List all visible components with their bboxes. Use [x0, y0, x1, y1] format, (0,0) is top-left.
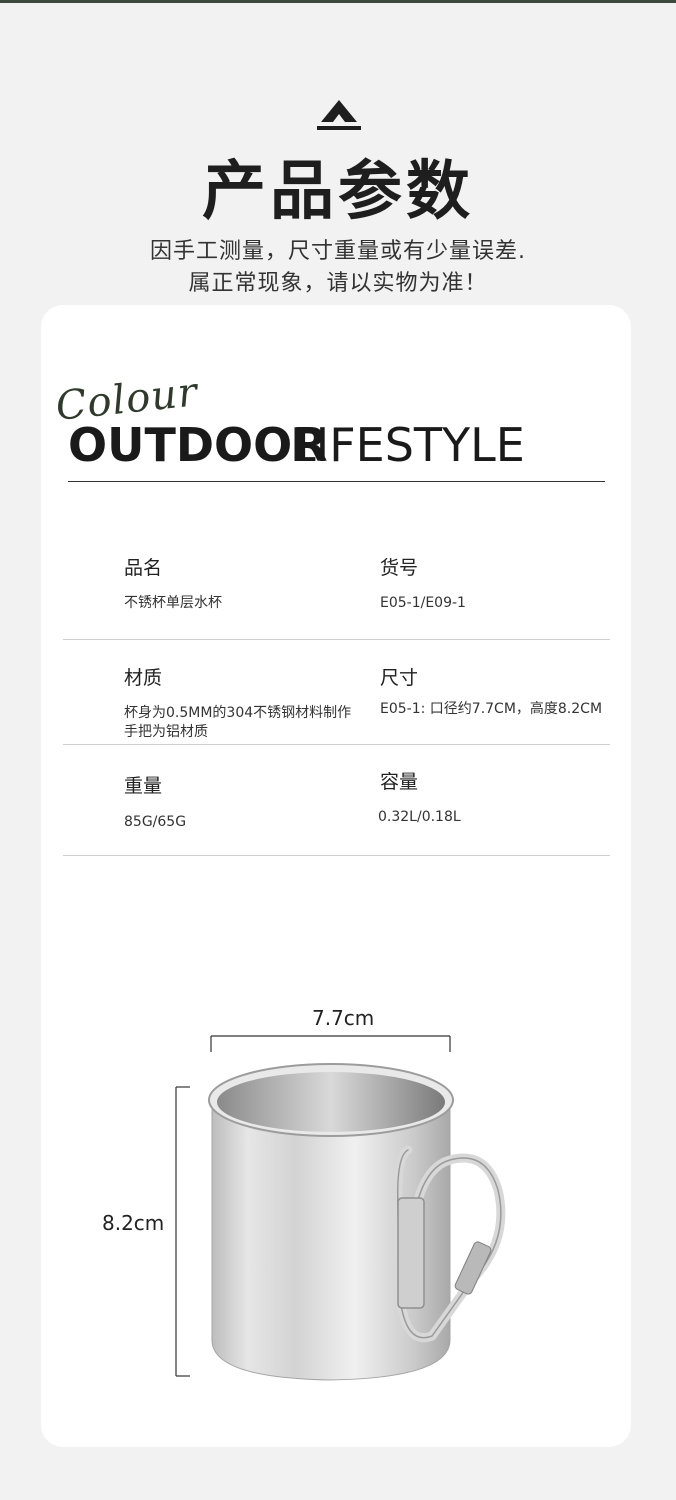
- spec-value-weight: 85G/65G: [124, 814, 187, 830]
- spec-label-capacity: 容量: [380, 771, 419, 793]
- spec-value-capacity: 0.32L/0.18L: [378, 809, 461, 825]
- spec-value-material: 杯身为0.5MM的304不锈钢材料制作: [124, 705, 352, 721]
- spec-value-material-handle: 手把为铝材质: [124, 724, 208, 740]
- spec-value-sku: E05-1/E09-1: [380, 595, 466, 611]
- brand-lifestyle: LIFESTYLE: [290, 418, 525, 472]
- notice-line-2: 属正常现象，请以实物为准！: [188, 271, 488, 296]
- row-divider: [63, 855, 610, 856]
- spec-value-name: 不锈杯单层水杯: [124, 595, 222, 611]
- brand-outdoor: OUTDOOR: [68, 418, 328, 472]
- width-dimension-line: [210, 1035, 451, 1052]
- row-divider: [63, 744, 610, 745]
- height-dimension-label: 8.2cm: [102, 1211, 165, 1235]
- tent-icon: [317, 100, 361, 130]
- row-divider: [63, 639, 610, 640]
- spec-label-sku: 货号: [380, 557, 419, 579]
- page-title: 产品参数: [202, 155, 474, 229]
- top-accent-bar: [0, 0, 676, 3]
- spec-label-weight: 重量: [124, 775, 163, 797]
- height-dimension-line: [175, 1086, 190, 1377]
- spec-label-name: 品名: [124, 557, 163, 579]
- width-dimension-label: 7.7cm: [312, 1006, 375, 1030]
- brand-divider: [68, 481, 605, 482]
- mug-illustration: [175, 1035, 506, 1381]
- spec-value-size: E05-1: 口径约7.7CM，高度8.2CM: [380, 701, 603, 717]
- spec-label-material: 材质: [124, 667, 163, 689]
- spec-label-size: 尺寸: [380, 667, 419, 689]
- notice-line-1: 因手工测量，尺寸重量或有少量误差.: [150, 239, 526, 264]
